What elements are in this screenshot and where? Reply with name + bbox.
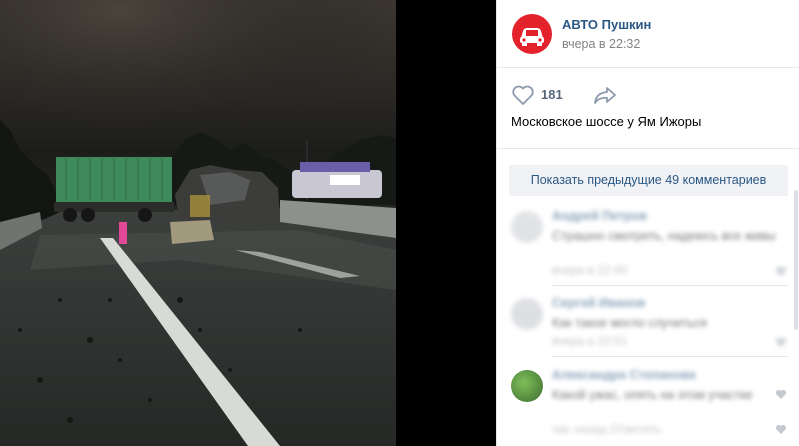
- comment-meta[interactable]: вчера в 22:40: [552, 263, 627, 277]
- comment-meta[interactable]: вчера в 22:51: [552, 334, 627, 348]
- comment-text: Какой ужас, опять на этом участке: [552, 388, 753, 402]
- post-header: АВТО Пушкин вчера в 22:32: [497, 0, 799, 68]
- comment-avatar[interactable]: [511, 370, 543, 402]
- post-photo[interactable]: [0, 0, 396, 446]
- comment-text: Как такое могло случиться: [552, 316, 707, 330]
- comment-item: Александра Степанова Какой ужас, опять н…: [497, 364, 799, 446]
- comment-item: Андрей Петров Страшно смотреть, надеюсь …: [497, 205, 799, 285]
- comment-author[interactable]: Сергей Иванов: [552, 296, 645, 310]
- comment-heart-icon[interactable]: [775, 424, 787, 435]
- post-actions: 181: [497, 68, 799, 108]
- viewer-backdrop: [396, 0, 496, 446]
- comment-meta[interactable]: час назад Ответить: [552, 422, 661, 436]
- comment-heart-icon[interactable]: [775, 266, 787, 277]
- comment-text: Страшно смотреть, надеюсь все живы: [552, 229, 776, 243]
- comment-separator: [552, 285, 788, 286]
- like-count[interactable]: 181: [541, 87, 563, 102]
- comment-separator: [552, 356, 788, 357]
- comment-avatar[interactable]: [511, 298, 543, 330]
- share-arrow-icon[interactable]: [592, 84, 618, 106]
- comments-scrollbar[interactable]: [794, 190, 798, 330]
- post-caption: Московское шоссе у Ям Ижоры: [511, 114, 702, 129]
- group-name-link[interactable]: АВТО Пушкин: [562, 17, 651, 32]
- comment-item: Сергей Иванов Как такое могло случиться …: [497, 292, 799, 354]
- comment-avatar[interactable]: [511, 211, 543, 243]
- group-avatar[interactable]: [512, 14, 552, 54]
- heart-icon[interactable]: [511, 84, 535, 106]
- post-side-panel: АВТО Пушкин вчера в 22:32 181 Московское…: [496, 0, 799, 446]
- comment-heart-icon[interactable]: [775, 389, 787, 400]
- post-timestamp[interactable]: вчера в 22:32: [562, 37, 640, 51]
- show-previous-comments-button[interactable]: Показать предыдущие 49 комментариев: [509, 165, 788, 196]
- car-logo-icon: [520, 28, 544, 46]
- accident-scene-image: [0, 0, 396, 446]
- comment-author[interactable]: Александра Степанова: [552, 368, 696, 382]
- divider: [497, 148, 799, 149]
- comment-author[interactable]: Андрей Петров: [552, 209, 647, 223]
- comment-heart-icon[interactable]: [775, 337, 787, 348]
